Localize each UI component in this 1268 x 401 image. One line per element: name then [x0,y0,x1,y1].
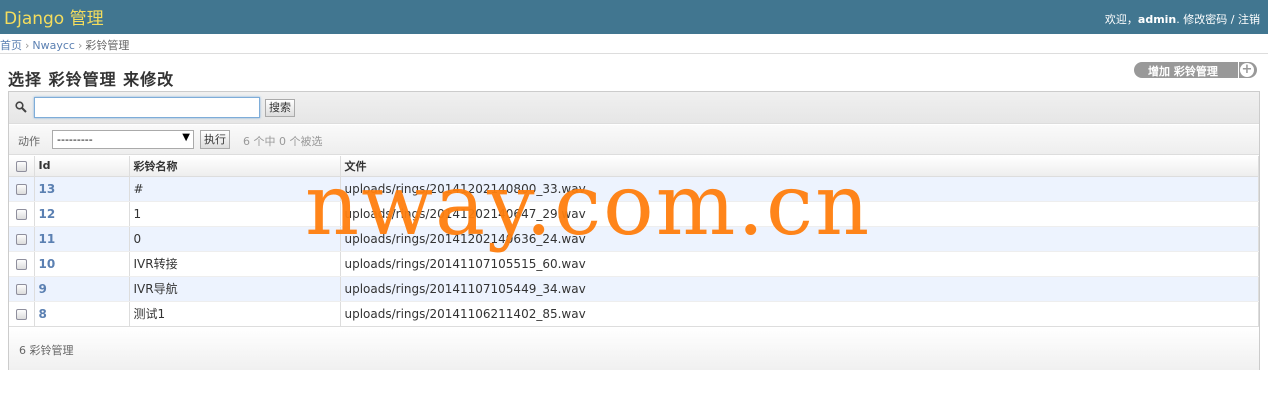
row-checkbox[interactable] [15,283,27,295]
add-ring-button[interactable]: 增加 彩铃管理 + [1134,62,1257,78]
breadcrumb-separator: › [25,39,30,52]
id-link[interactable]: 8 [39,307,47,321]
action-select[interactable]: --------- ▼ [52,130,194,149]
site-branding[interactable]: Django 管理 [4,4,104,29]
row-checkbox[interactable] [15,233,27,245]
file-cell: uploads/rings/20141106211402_85.wav [340,301,1259,327]
actions-label: 动作 [18,135,40,148]
add-button-label: 增加 彩铃管理 [1148,65,1218,78]
add-button-divider [1238,62,1239,78]
user-tools: 欢迎，admin. 修改密码 / 注销 [1104,13,1260,26]
id-link[interactable]: 10 [39,257,56,271]
welcome-text: 欢迎， [1104,13,1138,26]
row-checkbox[interactable] [15,208,27,220]
go-button[interactable]: 执行 [200,130,230,149]
row-checkbox-cell [9,301,35,327]
row-checkbox[interactable] [15,258,27,270]
id-cell: 8 [34,301,130,327]
id-cell: 9 [34,276,130,302]
name-cell: 测试1 [129,301,341,327]
username: admin [1137,13,1177,26]
id-cell: 11 [34,226,130,252]
table-row: 10 IVR转接 uploads/rings/20141107105515_60… [9,251,1259,277]
plus-icon: + [1240,62,1254,77]
name-cell: IVR转接 [129,251,341,277]
file-cell: uploads/rings/20141107105515_60.wav [340,251,1259,277]
user-tools-separator: / [1230,13,1235,26]
header-bar: Django 管理 欢迎，admin. 修改密码 / 注销 [0,0,1268,34]
name-cell: IVR导航 [129,276,341,302]
id-link[interactable]: 12 [39,207,56,221]
logout-link[interactable]: 注销 [1238,13,1260,26]
breadcrumb-home[interactable]: 首页 [0,39,22,52]
row-checkbox-cell [9,176,35,202]
id-cell: 13 [34,176,130,202]
actions-bar: 动作 --------- ▼ 执行 6 个中 0 个被选 [9,125,1259,155]
file-cell: uploads/rings/20141107105449_34.wav [340,276,1259,302]
id-link[interactable]: 9 [39,282,47,296]
row-checkbox-cell [9,251,35,277]
select-all-header [9,156,35,177]
id-cell: 12 [34,201,130,227]
row-checkbox-cell [9,226,35,252]
breadcrumb: 首页 › Nwaycc › 彩铃管理 [0,34,1268,54]
breadcrumb-current: 彩铃管理 [85,39,130,52]
paginator: 6 彩铃管理 [9,326,1259,370]
search-toolbar: 搜索 [9,92,1259,124]
breadcrumb-separator: › [77,39,83,52]
selection-count: 6 个中 0 个被选 [243,135,323,148]
table-row: 9 IVR导航 uploads/rings/20141107105449_34.… [9,276,1259,302]
search-input[interactable] [34,97,260,118]
id-link[interactable]: 13 [39,182,56,196]
column-header-id[interactable]: Id [34,156,130,177]
page-title: 选择 彩铃管理 来修改 [8,70,175,89]
action-select-value: --------- [57,133,93,146]
id-cell: 10 [34,251,130,277]
select-all-checkbox[interactable] [15,160,27,172]
search-button[interactable]: 搜索 [265,99,295,117]
row-checkbox[interactable] [15,183,27,195]
search-icon [15,101,27,113]
row-checkbox-cell [9,276,35,302]
breadcrumb-app[interactable]: Nwaycc [32,39,75,52]
chevron-down-icon: ▼ [182,132,190,143]
watermark: nway.com.cn [305,156,872,254]
table-row: 8 测试1 uploads/rings/20141106211402_85.wa… [9,301,1259,327]
change-password-link[interactable]: 修改密码 [1183,13,1227,26]
row-checkbox-cell [9,201,35,227]
id-link[interactable]: 11 [39,232,56,246]
row-checkbox[interactable] [15,308,27,320]
